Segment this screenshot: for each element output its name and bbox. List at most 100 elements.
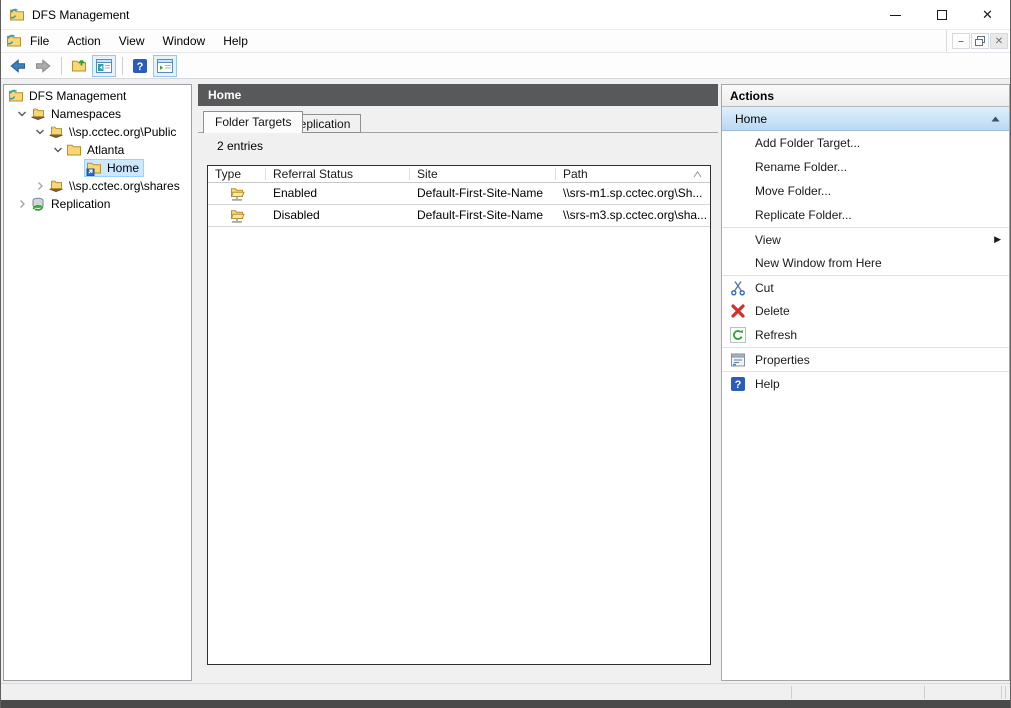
toolbar-console-tree-toggle-button[interactable] (92, 54, 116, 77)
type-cell (208, 205, 266, 226)
mdi-close-button[interactable]: ✕ (990, 33, 1008, 49)
column-header-label: Type (215, 167, 242, 181)
dfs-console-icon (6, 33, 22, 49)
action-label: Replicate Folder... (755, 208, 852, 222)
statusbar-separator (924, 686, 925, 699)
actions-group-header[interactable]: Home (722, 107, 1009, 131)
toolbar-forward-arrow-button[interactable] (31, 55, 55, 77)
chevron-expanded-icon[interactable] (50, 142, 66, 158)
tab-folder-targets[interactable]: Folder Targets (203, 111, 304, 133)
tree-item-replication[interactable]: Replication (4, 195, 191, 213)
action-view[interactable]: View ▶ (722, 227, 1009, 251)
tree-item-sp-cctec-org-shares[interactable]: \\sp.cctec.org\shares (4, 177, 191, 195)
chevron-collapsed-icon[interactable] (32, 178, 48, 194)
collapse-arrow-icon[interactable] (991, 116, 1000, 122)
action-properties[interactable]: Properties (722, 347, 1009, 371)
actions-list: Add Folder Target... Rename Folder... Move… (722, 131, 1009, 395)
action-add-folder-target[interactable]: Add Folder Target... (722, 131, 1009, 155)
action-label: Add Folder Target... (755, 136, 861, 150)
tree-item-atlanta[interactable]: Atlanta (4, 141, 191, 159)
column-header-site[interactable]: Site (410, 166, 556, 182)
type-cell (208, 183, 266, 204)
action-label: View (755, 232, 781, 247)
svg-text:?: ? (735, 379, 742, 391)
tree-item-home[interactable]: Home (4, 159, 191, 177)
console-tree-toggle-icon (96, 58, 112, 74)
toolbar-help-button[interactable]: ? (128, 55, 152, 77)
close-button[interactable]: ✕ (965, 0, 1010, 30)
namespaces-icon (30, 106, 46, 122)
column-header-label: Referral Status (273, 167, 354, 181)
content-pane-title: Home (198, 84, 718, 106)
tree-item-sp-cctec-org-public[interactable]: \\sp.cctec.org\Public (4, 123, 191, 141)
chevron-collapsed-icon[interactable] (14, 196, 30, 212)
table-header: Type Referral Status Site Path (208, 166, 710, 183)
entries-count: 2 entries (217, 139, 264, 153)
menu-help[interactable]: Help (214, 30, 257, 53)
tree-item-label: Atlanta (87, 143, 125, 157)
action-label: Properties (755, 352, 810, 367)
maximize-button[interactable] (919, 0, 964, 30)
column-header-path[interactable]: Path (556, 166, 710, 182)
content-pane: Home Folder Targets Replication 2 entrie… (198, 84, 718, 681)
folder-target-icon (229, 186, 245, 202)
action-rename-folder[interactable]: Rename Folder... (722, 155, 1009, 179)
table-row[interactable]: Enabled Default-First-Site-Name \\srs-m1.s… (208, 183, 710, 205)
mdi-restore-button[interactable] (971, 33, 989, 49)
statusbar-grip (1005, 686, 1006, 699)
minimize-button[interactable] (873, 0, 918, 30)
tree-item-namespaces[interactable]: Namespaces (4, 105, 191, 123)
svg-text:?: ? (137, 61, 144, 73)
action-replicate-folder[interactable]: Replicate Folder... (722, 203, 1009, 227)
action-label: Rename Folder... (755, 160, 848, 174)
dfs-management-window: DFS Management ✕ File Action View Window Hel… (0, 0, 1011, 708)
replication-icon (30, 196, 46, 212)
restore-icon (975, 36, 985, 46)
status-bar (1, 683, 1010, 700)
table-row[interactable]: Disabled Default-First-Site-Name \\srs-m3.… (208, 205, 710, 227)
tree-item-dfs-management[interactable]: DFS Management (4, 87, 191, 105)
mdi-minimize-button[interactable]: – (952, 33, 970, 49)
chevron-expanded-icon[interactable] (32, 124, 48, 140)
submenu-arrow-icon: ▶ (994, 234, 1001, 244)
toolbar-action-pane-toggle-button[interactable] (153, 54, 177, 77)
toolbar-export-folder-button[interactable] (67, 55, 91, 77)
tree-item-label: Namespaces (51, 107, 122, 121)
action-cut[interactable]: Cut (722, 275, 1009, 299)
sort-indicator-icon (693, 171, 702, 178)
tree-item-label: DFS Management (29, 89, 127, 103)
menu-view[interactable]: View (110, 30, 154, 53)
cut-icon (730, 280, 746, 296)
help-icon: ? (730, 376, 746, 392)
dfs-folder-icon (86, 160, 102, 176)
window-bottom-edge (1, 700, 1010, 708)
toolbar: ? (1, 53, 1010, 79)
action-new-window-from-here[interactable]: New Window from Here (722, 251, 1009, 275)
menu-window[interactable]: Window (154, 30, 215, 53)
tree-selection: Home (84, 159, 145, 177)
action-pane-toggle-icon (157, 58, 173, 74)
properties-icon (730, 352, 746, 368)
menu-file[interactable]: File (21, 30, 58, 53)
action-refresh[interactable]: Refresh (722, 323, 1009, 347)
chevron-expanded-icon[interactable] (14, 106, 30, 122)
action-delete[interactable]: Delete (722, 299, 1009, 323)
path-cell: \\srs-m1.sp.cctec.org\Sh... (563, 186, 703, 200)
column-header-referral-status[interactable]: Referral Status (266, 166, 410, 182)
menu-bar: File Action View Window Help – ✕ (1, 30, 1010, 53)
column-header-label: Site (417, 167, 438, 181)
menu-action[interactable]: Action (58, 30, 109, 53)
site-cell: Default-First-Site-Name (417, 208, 544, 222)
site-cell: Default-First-Site-Name (417, 186, 544, 200)
referral-status-cell: Disabled (273, 208, 320, 222)
toolbar-back-arrow-button[interactable] (6, 55, 30, 77)
tree-item-label: Home (107, 161, 140, 175)
statusbar-grip (1001, 686, 1002, 699)
column-header-type[interactable]: Type (208, 166, 266, 182)
dfs-console-icon (8, 88, 24, 104)
action-help[interactable]: ? Help (722, 371, 1009, 395)
column-header-label: Path (563, 167, 588, 181)
tree-item-label: Replication (51, 197, 111, 211)
action-move-folder[interactable]: Move Folder... (722, 179, 1009, 203)
tab-strip: Folder Targets Replication (198, 111, 718, 133)
